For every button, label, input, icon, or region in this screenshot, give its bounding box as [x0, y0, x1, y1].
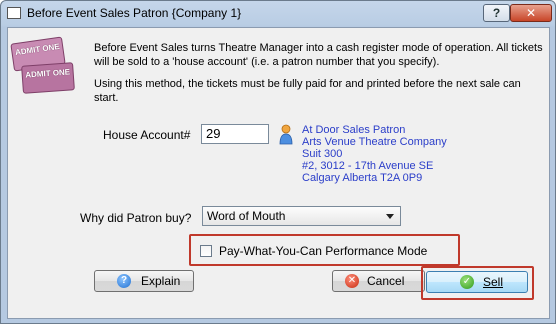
explain-button[interactable]: ? Explain [94, 270, 194, 292]
title-bar[interactable]: Before Event Sales Patron {Company 1} ? … [1, 1, 555, 27]
cancel-label: Cancel [367, 274, 405, 288]
help-icon: ? [117, 274, 131, 288]
explain-label: Explain [141, 274, 181, 288]
address-line: Arts Venue Theatre Company [302, 136, 447, 148]
close-button[interactable]: ✕ [510, 4, 552, 22]
cancel-button[interactable]: ✕ Cancel [332, 270, 425, 292]
window-icon [7, 7, 21, 19]
address-line: At Door Sales Patron [302, 124, 406, 136]
description: Before Event Sales turns Theatre Manager… [94, 41, 546, 113]
address-line: #2, 3012 - 17th Avenue SE [302, 160, 434, 172]
why-buy-select[interactable]: Word of Mouth [202, 206, 401, 226]
checkmark-icon: ✓ [460, 275, 474, 289]
chevron-down-icon [386, 214, 394, 219]
pwyc-label[interactable]: Pay-What-You-Can Performance Mode [219, 244, 427, 258]
address-line: Calgary Alberta T2A 0P9 [302, 172, 423, 184]
address-line: Suit 300 [302, 148, 343, 160]
sell-label: Sell [483, 275, 504, 289]
admit-one-ticket-icon: ADMIT ONE [21, 62, 75, 94]
dialog-body: ADMIT ONE ADMIT ONE Before Event Sales t… [7, 27, 550, 319]
cancel-icon: ✕ [345, 274, 359, 288]
patron-lookup-icon[interactable] [279, 123, 293, 145]
why-buy-selected: Word of Mouth [207, 209, 286, 223]
patron-address: At Door Sales Patron Arts Venue Theatre … [302, 124, 447, 184]
window-title: Before Event Sales Patron {Company 1} [27, 6, 242, 20]
why-buy-label: Why did Patron buy? [80, 211, 192, 225]
description-paragraph: Using this method, the tickets must be f… [94, 78, 521, 104]
pwyc-checkbox[interactable] [200, 245, 212, 257]
house-account-input[interactable]: 29 [201, 124, 269, 144]
house-account-label: House Account# [103, 128, 191, 142]
dialog-window: Before Event Sales Patron {Company 1} ? … [0, 0, 556, 324]
help-button[interactable]: ? [483, 4, 510, 22]
description-paragraph: Before Event Sales turns Theatre Manager… [94, 42, 543, 68]
sell-button[interactable]: ✓ Sell [426, 271, 528, 293]
